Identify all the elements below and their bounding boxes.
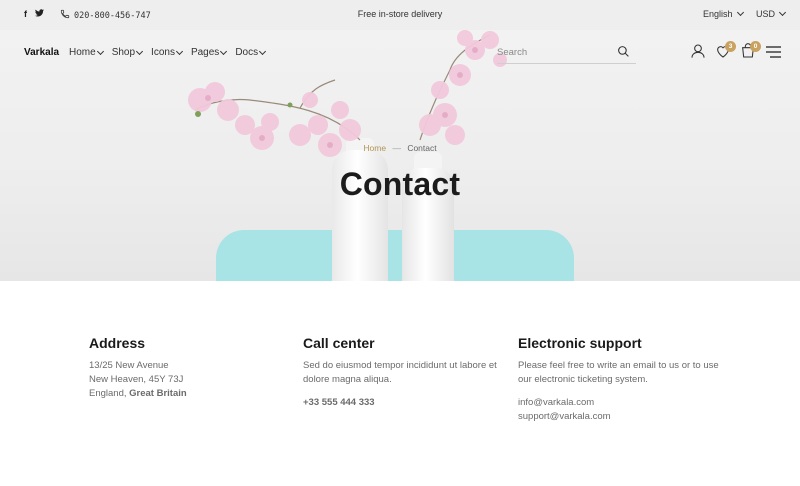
user-icon[interactable] — [690, 43, 706, 64]
phone-contact[interactable]: 020-800-456-747 — [60, 9, 151, 22]
chevron-down-icon — [259, 47, 267, 55]
nav-item-home[interactable]: Home — [69, 47, 104, 58]
twitter-icon[interactable] — [35, 9, 44, 19]
address-line: England, Great Britain — [89, 387, 309, 401]
site-logo[interactable]: Varkala — [24, 47, 59, 58]
nav-item-pages[interactable]: Pages — [190, 47, 228, 58]
language-label: English — [703, 9, 733, 19]
chevron-down-icon — [96, 47, 104, 55]
breadcrumb-current: Contact — [407, 143, 437, 153]
promo-text: Free in-store delivery — [357, 9, 443, 19]
phone-number: 020-800-456-747 — [74, 10, 151, 21]
site-header: Varkala Home Shop Icons Pages Docs 3 0 — [0, 30, 800, 76]
address-heading: Address — [89, 335, 146, 351]
support-emails: info@varkala.com support@varkala.com — [518, 396, 728, 424]
nav-item-docs[interactable]: Docs — [235, 47, 267, 58]
support-text: Please feel free to write an email to us… — [518, 360, 719, 385]
wishlist-badge: 3 — [725, 41, 736, 52]
nav-label: Pages — [190, 47, 220, 58]
nav-label: Icons — [151, 47, 175, 58]
phone-icon — [60, 9, 70, 22]
nav-label: Docs — [235, 47, 259, 58]
support-heading: Electronic support — [518, 335, 642, 351]
search-input[interactable] — [497, 42, 607, 63]
chevron-down-icon — [175, 47, 183, 55]
support-block: Electronic support Please feel free to w… — [518, 335, 728, 424]
nav-label: Home — [69, 47, 96, 58]
email-link[interactable]: info@varkala.com — [518, 396, 728, 410]
facebook-icon[interactable]: f — [24, 9, 27, 19]
chevron-down-icon — [136, 47, 144, 55]
address-country: Great Britain — [129, 388, 187, 399]
top-bar: f 020-800-456-747 Free in-store delivery… — [0, 0, 800, 30]
menu-icon[interactable] — [766, 45, 781, 63]
nav-item-icons[interactable]: Icons — [151, 47, 183, 58]
chevron-down-icon — [778, 8, 787, 17]
address-line: 13/25 New Avenue — [89, 360, 169, 371]
language-selector[interactable]: English — [703, 8, 744, 19]
chevron-down-icon — [736, 8, 744, 17]
call-center-heading: Call center — [303, 335, 375, 351]
breadcrumb: Home — Contact — [0, 143, 800, 153]
call-center-phone[interactable]: +33 555 444 333 — [303, 396, 523, 410]
main-nav: Home Shop Icons Pages Docs — [69, 47, 267, 58]
chevron-down-icon — [220, 47, 228, 55]
address-line: New Heaven, 45Y 73J — [89, 374, 184, 385]
address-country-prefix: England, — [89, 388, 130, 399]
nav-label: Shop — [111, 47, 136, 58]
address-block: Address 13/25 New Avenue New Heaven, 45Y… — [89, 335, 309, 401]
call-center-block: Call center Sed do eiusmod tempor incidi… — [303, 335, 523, 410]
search-icon[interactable] — [617, 45, 630, 63]
call-center-text: Sed do eiusmod tempor incididunt ut labo… — [303, 360, 497, 385]
cart-badge: 0 — [750, 41, 761, 52]
search-box — [497, 42, 636, 64]
nav-item-shop[interactable]: Shop — [111, 47, 144, 58]
breadcrumb-home[interactable]: Home — [363, 143, 386, 153]
social-links: f — [24, 9, 44, 19]
currency-label: USD — [756, 9, 776, 19]
page-title: Contact — [339, 166, 461, 202]
currency-selector[interactable]: USD — [756, 8, 787, 19]
email-link[interactable]: support@varkala.com — [518, 410, 728, 424]
breadcrumb-separator: — — [392, 143, 401, 153]
